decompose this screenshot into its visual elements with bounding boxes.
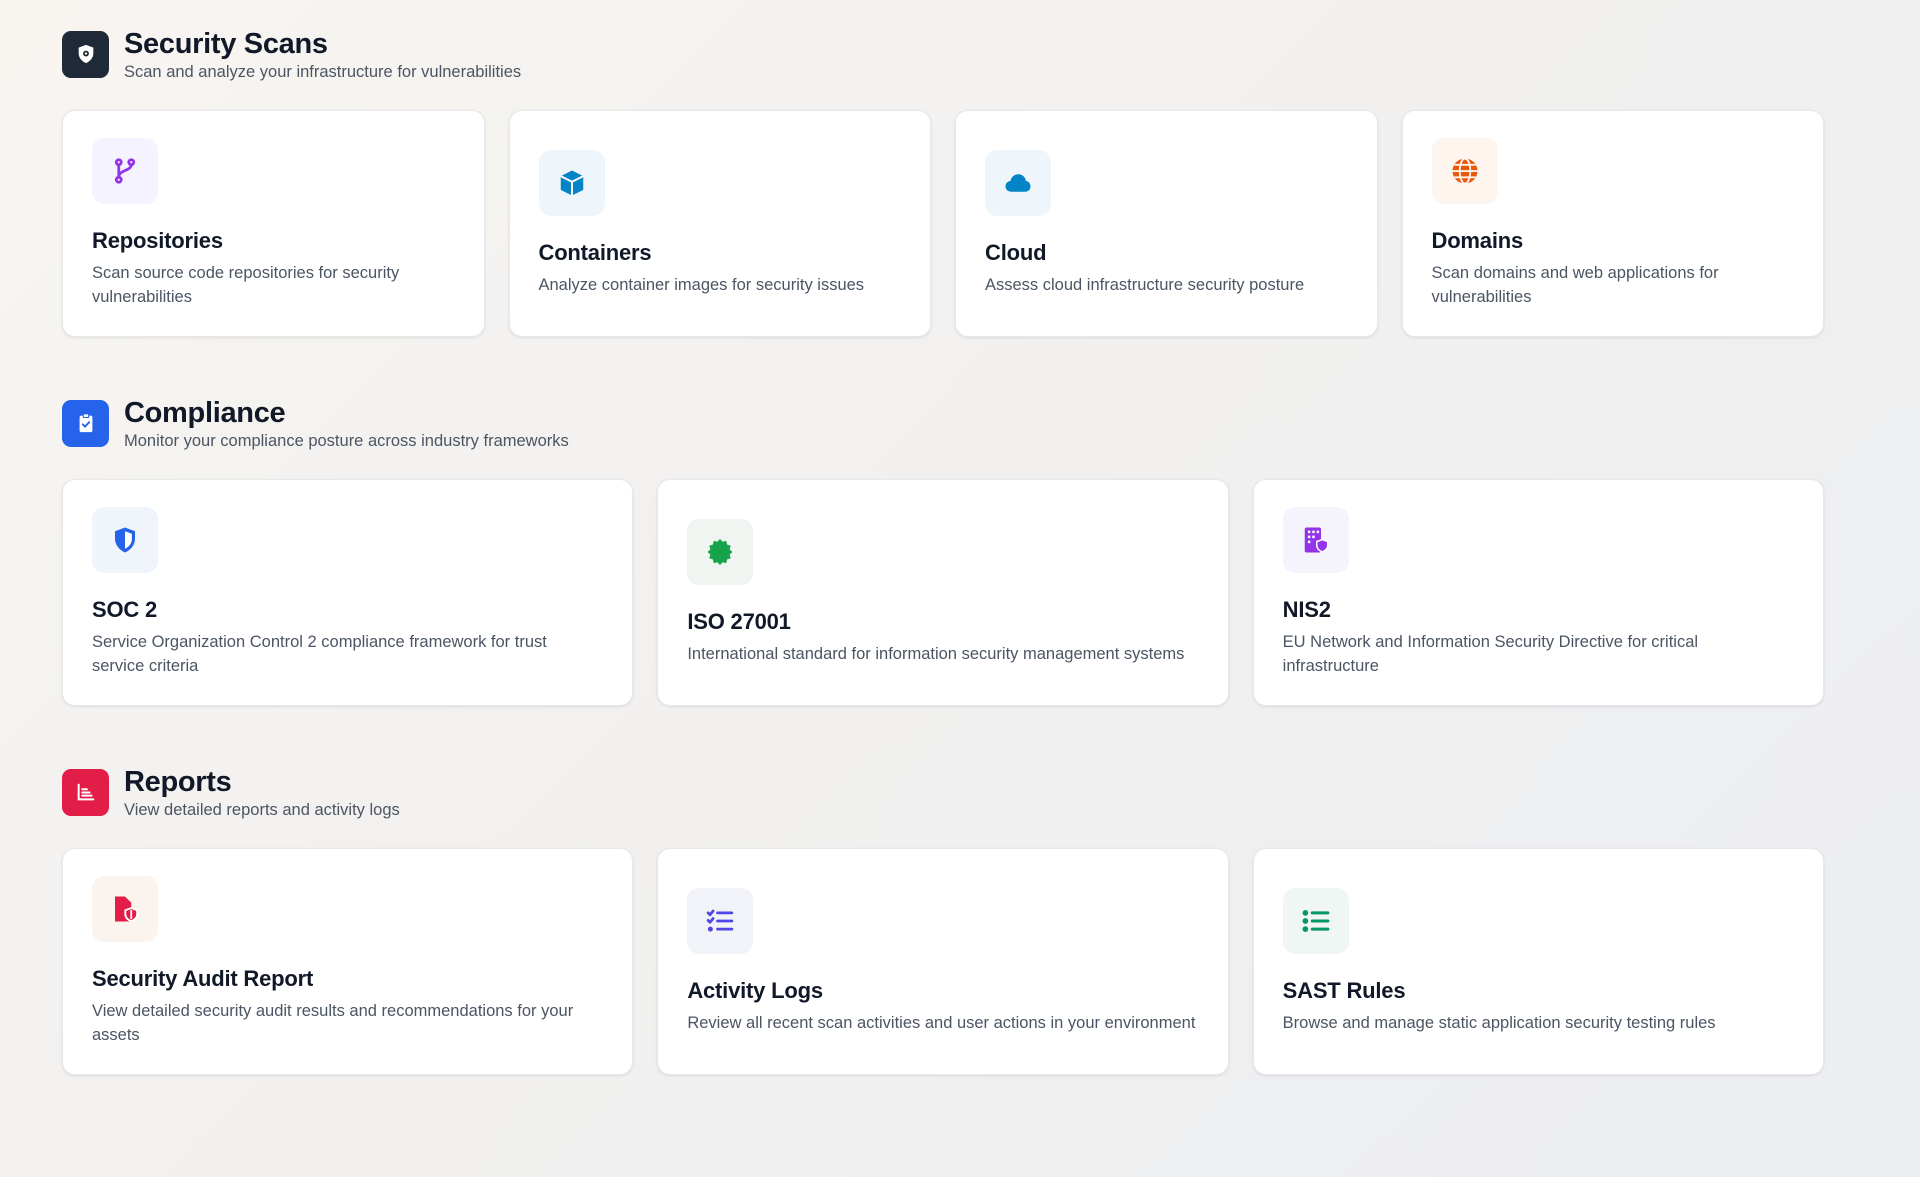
card-title: SOC 2 [92, 597, 158, 622]
section-subtitle: View detailed reports and activity logs [124, 800, 400, 819]
report-chart-icon [62, 768, 109, 816]
card-grid: Security Audit Report View detailed secu… [62, 848, 1824, 1075]
section-title: Compliance [124, 396, 286, 429]
card-description: View detailed security audit results and… [92, 1002, 574, 1044]
clipboard-check-icon [62, 399, 109, 447]
globe-icon [1431, 138, 1498, 204]
card-grid: Repositories Scan source code repositori… [62, 110, 1824, 337]
card-title: Domains [1431, 228, 1524, 253]
card-title: SAST Rules [1282, 978, 1406, 1003]
section-subtitle: Scan and analyze your infrastructure for… [124, 62, 522, 81]
card-title: Cloud [985, 240, 1047, 265]
section-header: Reports View detailed reports and activi… [62, 765, 1858, 819]
security-audit-report-card[interactable]: Security Audit Report View detailed secu… [62, 848, 634, 1075]
card-title: Containers [538, 240, 652, 265]
card-description: Analyze container images for security is… [538, 276, 865, 294]
repositories-card[interactable]: Repositories Scan source code repositori… [62, 110, 485, 337]
card-description: Scan source code repositories for securi… [92, 264, 400, 306]
shield-half-icon [92, 507, 158, 573]
section-title: Security Scans [124, 27, 328, 60]
nis2-card[interactable]: NIS2 EU Network and Information Security… [1252, 479, 1824, 706]
iso27001-card[interactable]: ISO 27001 International standard for inf… [657, 479, 1229, 706]
sast-rules-card[interactable]: SAST Rules Browse and manage static appl… [1252, 848, 1824, 1075]
card-title: Security Audit Report [92, 966, 314, 991]
section-title: Reports [124, 765, 232, 798]
card-title: NIS2 [1282, 597, 1331, 622]
file-shield-icon [92, 876, 158, 942]
building-shield-icon [1282, 507, 1349, 573]
card-description: Assess cloud infrastructure security pos… [985, 276, 1305, 294]
card-description: Browse and manage static application sec… [1282, 1014, 1716, 1032]
card-title: ISO 27001 [687, 609, 791, 634]
list-check-icon [687, 888, 754, 954]
list-icon [1282, 888, 1349, 954]
soc2-card[interactable]: SOC 2 Service Organization Control 2 com… [62, 479, 634, 706]
reports-section: Reports View detailed reports and activi… [62, 766, 1858, 1075]
card-description: International standard for information s… [687, 645, 1185, 663]
card-description: EU Network and Information Security Dire… [1282, 633, 1699, 675]
security-scans-section: Security Scans Scan and analyze your inf… [62, 28, 1858, 337]
containers-card[interactable]: Containers Analyze container images for … [508, 110, 931, 337]
card-title: Repositories [92, 228, 223, 253]
activity-logs-card[interactable]: Activity Logs Review all recent scan act… [657, 848, 1229, 1075]
cloud-icon [985, 150, 1051, 216]
certificate-icon [687, 519, 754, 585]
card-description: Service Organization Control 2 complianc… [92, 633, 547, 675]
card-description: Review all recent scan activities and us… [687, 1014, 1196, 1032]
cloud-card[interactable]: Cloud Assess cloud infrastructure securi… [955, 110, 1378, 337]
section-header: Security Scans Scan and analyze your inf… [62, 27, 1858, 81]
card-description: Scan domains and web applications for vu… [1431, 264, 1719, 306]
domains-card[interactable]: Domains Scan domains and web application… [1401, 110, 1824, 337]
section-header: Compliance Monitor your compliance postu… [62, 396, 1858, 450]
dashboard-page: Security Scans Scan and analyze your inf… [0, 0, 1920, 1075]
shield-gear-icon [62, 30, 109, 78]
card-title: Activity Logs [687, 978, 823, 1003]
git-branch-icon [92, 138, 158, 204]
card-grid: SOC 2 Service Organization Control 2 com… [62, 479, 1824, 706]
section-subtitle: Monitor your compliance posture across i… [124, 431, 569, 450]
compliance-section: Compliance Monitor your compliance postu… [62, 397, 1858, 706]
cube-icon [538, 150, 605, 216]
